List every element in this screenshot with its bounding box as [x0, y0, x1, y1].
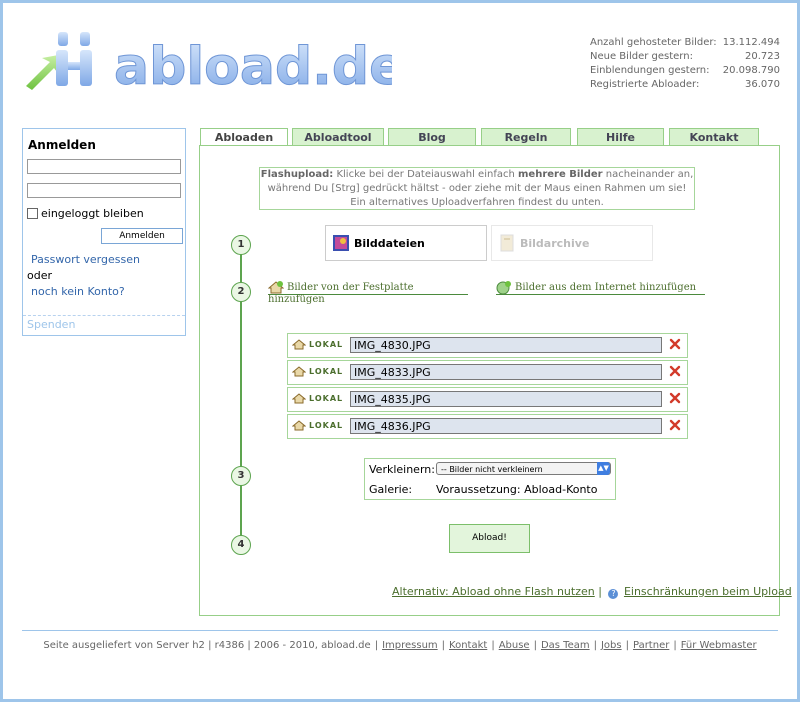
add-web-link[interactable]: Bilder aus dem Internet hinzufügen	[496, 280, 705, 295]
password-field[interactable]	[27, 183, 181, 198]
select-arrow-icon: ▲▼	[597, 462, 610, 475]
login-box: Anmelden eingeloggt bleiben Anmelden Pas…	[22, 128, 186, 336]
footer-link-webmaster[interactable]: Für Webmaster	[681, 640, 757, 651]
footer-link-impressum[interactable]: Impressum	[382, 640, 438, 651]
footer-divider	[22, 630, 778, 631]
file-row: LOKAL IMG_4830.JPG	[287, 333, 688, 358]
file-row: LOKAL IMG_4835.JPG	[287, 387, 688, 412]
svg-text:abload.de: abload.de	[114, 37, 392, 97]
abload-logo[interactable]: abload.de	[22, 28, 392, 116]
local-tag: LOKAL	[292, 393, 343, 404]
donate-link[interactable]: Spenden	[27, 318, 75, 331]
footer-link-jobs[interactable]: Jobs	[601, 640, 622, 651]
flash-notice: Flashupload: Klicke bei der Dateiauswahl…	[259, 167, 695, 210]
file-name-field[interactable]: IMG_4835.JPG	[350, 391, 662, 407]
add-local-link[interactable]: Bilder von der Festplatte hinzufügen	[268, 280, 468, 305]
footer-link-kontakt[interactable]: Kontakt	[449, 640, 487, 651]
username-field[interactable]	[27, 159, 181, 174]
file-name-field[interactable]: IMG_4836.JPG	[350, 418, 662, 434]
stat-row: Einblendungen gestern: 20.098.790	[590, 65, 780, 76]
local-tag: LOKAL	[292, 339, 343, 350]
remove-file-icon[interactable]	[669, 338, 681, 350]
upload-options: Verkleinern: -- Bilder nicht verkleinern…	[364, 458, 616, 500]
remove-file-icon[interactable]	[669, 419, 681, 431]
remove-file-icon[interactable]	[669, 365, 681, 377]
help-icon: ?	[608, 589, 619, 599]
step-3-marker: 3	[231, 466, 251, 486]
file-name-field[interactable]: IMG_4833.JPG	[350, 364, 662, 380]
stat-row: Anzahl gehosteter Bilder: 13.112.494	[590, 37, 780, 48]
register-link[interactable]: noch kein Konto?	[31, 285, 125, 298]
gallery-label: Galerie:	[369, 483, 413, 496]
resize-select[interactable]: -- Bilder nicht verkleinern ▲▼	[436, 462, 611, 475]
remember-row[interactable]: eingeloggt bleiben	[27, 207, 144, 220]
image-archives-button[interactable]: Bildarchive	[491, 225, 653, 261]
stat-row: Neue Bilder gestern: 20.723	[590, 51, 780, 62]
remove-file-icon[interactable]	[669, 392, 681, 404]
local-tag: LOKAL	[292, 420, 343, 431]
footer-info: Seite ausgeliefert von Server h2 | r4386…	[43, 640, 371, 651]
stat-row: Registrierte Abloader: 36.070	[590, 79, 780, 90]
image-files-label: Bilddateien	[354, 236, 425, 250]
alternative-links: Alternativ: Abload ohne Flash nutzen | ?…	[392, 585, 792, 599]
image-archives-label: Bildarchive	[520, 236, 590, 250]
image-files-button[interactable]: Bilddateien	[325, 225, 487, 261]
login-button[interactable]: Anmelden	[101, 228, 183, 244]
home-add-icon	[268, 281, 284, 294]
home-icon	[292, 366, 306, 377]
step-2-marker: 2	[231, 282, 251, 302]
archive-icon	[500, 234, 514, 252]
step-4-marker: 4	[231, 535, 251, 555]
file-name-field[interactable]: IMG_4830.JPG	[350, 337, 662, 353]
step-1-marker: 1	[231, 235, 251, 255]
remember-label: eingeloggt bleiben	[41, 207, 144, 220]
gallery-value: Voraussetzung: Abload-Konto	[436, 483, 598, 496]
file-row: LOKAL IMG_4836.JPG	[287, 414, 688, 439]
divider	[23, 315, 185, 316]
home-icon	[292, 393, 306, 404]
resize-label: Verkleinern:	[369, 463, 435, 476]
home-icon	[292, 339, 306, 350]
footer-link-team[interactable]: Das Team	[541, 640, 590, 651]
login-title: Anmelden	[28, 138, 96, 152]
no-flash-link[interactable]: Alternativ: Abload ohne Flash nutzen	[392, 585, 595, 598]
file-row: LOKAL IMG_4833.JPG	[287, 360, 688, 385]
globe-add-icon	[496, 281, 511, 294]
footer-link-abuse[interactable]: Abuse	[499, 640, 530, 651]
upload-limits-link[interactable]: Einschränkungen beim Upload	[624, 585, 792, 598]
local-tag: LOKAL	[292, 366, 343, 377]
site-stats: Anzahl gehosteter Bilder: 13.112.494 Neue…	[590, 36, 780, 92]
remember-checkbox[interactable]	[27, 208, 38, 219]
upload-button[interactable]: Abload!	[449, 524, 530, 553]
or-text: oder	[27, 269, 53, 282]
footer-link-partner[interactable]: Partner	[633, 640, 669, 651]
image-file-icon	[333, 235, 349, 251]
forgot-password-link[interactable]: Passwort vergessen	[31, 253, 140, 266]
home-icon	[292, 420, 306, 431]
footer: Seite ausgeliefert von Server h2 | r4386…	[43, 640, 757, 651]
